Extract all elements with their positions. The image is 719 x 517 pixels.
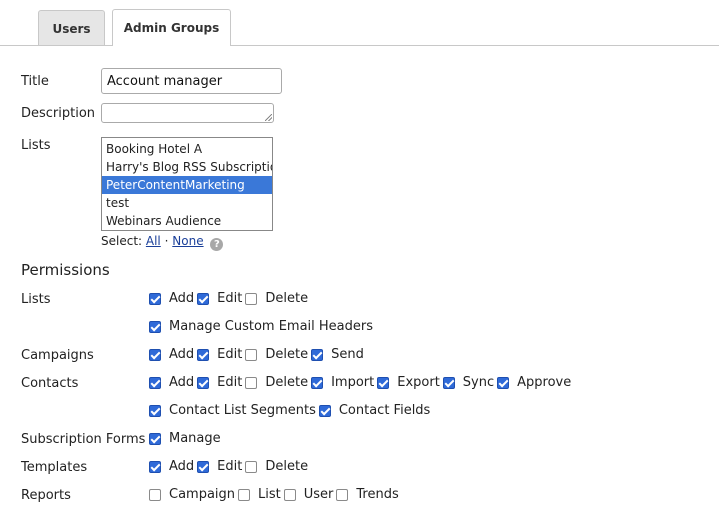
- permission-checkbox[interactable]: [149, 404, 161, 417]
- permission-row: Add Edit Delete Import Export Sync Approve: [149, 375, 574, 390]
- permission-checkbox[interactable]: [336, 488, 349, 501]
- permission-checkbox[interactable]: [283, 488, 296, 501]
- permission-checkbox-label[interactable]: Approve: [517, 375, 571, 390]
- select-all-link[interactable]: All: [146, 234, 161, 248]
- permission-checkbox-label[interactable]: Export: [397, 375, 440, 390]
- permission-row-label: Lists: [21, 292, 51, 307]
- select-none-link[interactable]: None: [172, 234, 203, 248]
- permission-checkbox[interactable]: [197, 376, 210, 389]
- permission-checkbox[interactable]: [149, 348, 161, 361]
- permission-checkbox[interactable]: [238, 488, 251, 501]
- permission-row-label: Reports: [21, 488, 71, 503]
- tab-bar: Users Admin Groups: [0, 0, 719, 46]
- permission-row: Campaign List User Trends: [149, 487, 402, 502]
- permission-checkbox-label[interactable]: Send: [331, 347, 364, 362]
- permission-checkbox[interactable]: [149, 432, 161, 445]
- lists-option[interactable]: Harry's Blog RSS Subscription: [102, 158, 272, 176]
- permission-checkbox[interactable]: [149, 320, 161, 333]
- permission-checkbox[interactable]: [311, 376, 324, 389]
- permission-row: Add Edit Delete: [149, 459, 311, 474]
- permission-checkbox-label[interactable]: Manage: [169, 431, 221, 446]
- permission-checkbox[interactable]: [149, 292, 161, 305]
- permission-checkbox-label[interactable]: User: [304, 487, 334, 502]
- lists-select-links: Select: All · None ?: [101, 234, 224, 251]
- help-icon[interactable]: ?: [210, 238, 224, 251]
- title-input[interactable]: [101, 68, 282, 94]
- permission-checkbox-label[interactable]: Import: [331, 375, 374, 390]
- permission-checkbox-label[interactable]: Edit: [217, 459, 242, 474]
- permission-checkbox-label[interactable]: Delete: [265, 459, 308, 474]
- title-label: Title: [21, 74, 49, 89]
- permission-checkbox[interactable]: [245, 292, 258, 305]
- permission-row-label: Subscription Forms: [21, 432, 146, 447]
- permission-checkbox-label[interactable]: Add: [169, 375, 194, 390]
- permissions-heading: Permissions: [21, 261, 110, 279]
- permission-checkbox-label[interactable]: Add: [169, 459, 194, 474]
- permission-checkbox-label[interactable]: Add: [169, 291, 194, 306]
- permission-checkbox-label[interactable]: Sync: [463, 375, 494, 390]
- permission-row: Add Edit Delete Send: [149, 347, 367, 362]
- permission-checkbox-label[interactable]: Add: [169, 347, 194, 362]
- permission-checkbox[interactable]: [197, 348, 210, 361]
- permission-checkbox-label[interactable]: Manage Custom Email Headers: [169, 319, 373, 334]
- lists-option[interactable]: Booking Hotel A: [102, 140, 272, 158]
- permission-checkbox[interactable]: [149, 376, 161, 389]
- permission-checkbox[interactable]: [149, 488, 161, 501]
- permission-checkbox-label[interactable]: Contact List Segments: [169, 403, 316, 418]
- lists-label: Lists: [21, 138, 51, 153]
- permission-checkbox-label[interactable]: Campaign: [169, 487, 235, 502]
- permission-row-label: Campaigns: [21, 348, 94, 363]
- lists-option[interactable]: PeterContentMarketing: [102, 176, 272, 194]
- permission-checkbox[interactable]: [245, 348, 258, 361]
- lists-multiselect[interactable]: Booking Hotel A Harry's Blog RSS Subscrip…: [101, 137, 273, 231]
- description-label: Description: [21, 106, 96, 121]
- permission-checkbox-label[interactable]: Trends: [356, 487, 398, 502]
- permission-checkbox-label[interactable]: Delete: [265, 375, 308, 390]
- permission-checkbox[interactable]: [442, 376, 455, 389]
- permission-checkbox[interactable]: [497, 376, 510, 389]
- tab-admin-groups[interactable]: Admin Groups: [112, 9, 231, 46]
- permission-checkbox-label[interactable]: List: [258, 487, 281, 502]
- permission-row-label: Templates: [21, 460, 88, 475]
- permission-row: Add Edit Delete: [149, 291, 311, 306]
- permission-checkbox-label[interactable]: Contact Fields: [339, 403, 431, 418]
- permission-checkbox-label[interactable]: Edit: [217, 375, 242, 390]
- permission-checkbox[interactable]: [245, 376, 258, 389]
- permission-checkbox[interactable]: [197, 460, 210, 473]
- permission-checkbox[interactable]: [377, 376, 390, 389]
- permission-checkbox[interactable]: [318, 404, 331, 417]
- lists-option[interactable]: Webinars Audience: [102, 212, 272, 230]
- select-prefix: Select:: [101, 234, 143, 248]
- permission-checkbox[interactable]: [197, 292, 210, 305]
- permission-row-label: Contacts: [21, 376, 79, 391]
- permission-checkbox[interactable]: [245, 460, 258, 473]
- resize-handle-icon[interactable]: [265, 114, 272, 121]
- permission-checkbox-label[interactable]: Delete: [265, 291, 308, 306]
- permission-checkbox[interactable]: [311, 348, 324, 361]
- permission-checkbox-label[interactable]: Edit: [217, 347, 242, 362]
- permission-checkbox-label[interactable]: Edit: [217, 291, 242, 306]
- tab-users[interactable]: Users: [38, 10, 105, 45]
- permission-checkbox[interactable]: [149, 460, 161, 473]
- permission-row: Contact List Segments Contact Fields: [149, 403, 433, 418]
- permission-row: Manage: [149, 431, 224, 446]
- permission-row: Manage Custom Email Headers: [149, 319, 376, 334]
- select-separator: ·: [164, 234, 169, 248]
- lists-option[interactable]: test: [102, 194, 272, 212]
- permission-checkbox-label[interactable]: Delete: [265, 347, 308, 362]
- description-textarea[interactable]: [101, 103, 274, 123]
